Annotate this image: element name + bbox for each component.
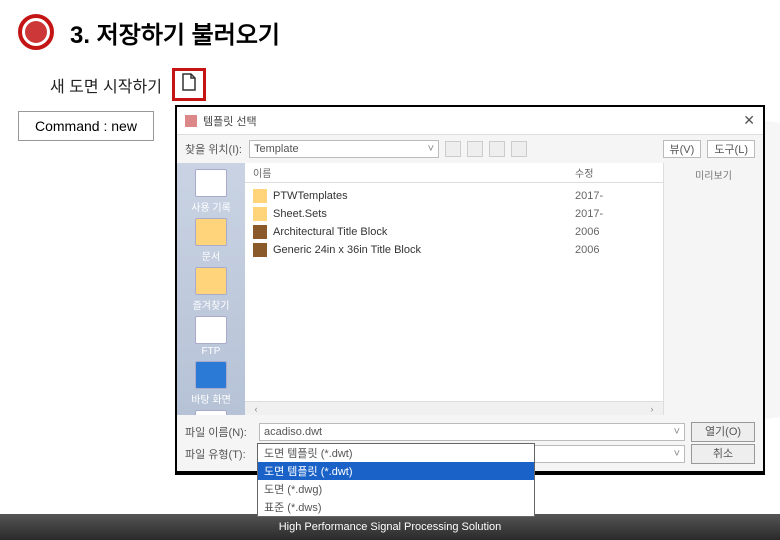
sidebar-item-history[interactable]: 사용 기록 (181, 169, 241, 214)
footer-text: High Performance Signal Processing Solut… (279, 521, 502, 533)
lookin-combo[interactable]: Template (249, 140, 439, 158)
dialog-app-icon (185, 115, 197, 127)
col-modified[interactable]: 수정 (575, 165, 655, 180)
new-file-icon-box (172, 68, 206, 101)
list-item[interactable]: Generic 24in x 36in Title Block2006 (253, 241, 655, 259)
page-title: 3. 저장하기 불러오기 (70, 15, 280, 50)
view-menu-button[interactable]: 뷰(V) (663, 140, 702, 158)
preview-pane: 미리보기 (663, 163, 763, 415)
sidebar-item-ftp[interactable]: FTP (181, 316, 241, 357)
open-button[interactable]: 열기(O) (691, 422, 755, 442)
lookin-label: 찾을 위치(I): (185, 141, 243, 157)
delete-icon[interactable] (511, 141, 527, 157)
up-icon[interactable] (467, 141, 483, 157)
col-name[interactable]: 이름 (253, 165, 575, 180)
sidebar-item-desktop[interactable]: 바탕 화면 (181, 361, 241, 406)
file-dialog-window: 템플릿 선택 ✕ 찾을 위치(I): Template 뷰(V) 도구(L) 사… (175, 105, 765, 475)
sidebar-item-documents[interactable]: 문서 (181, 218, 241, 263)
filetype-option[interactable]: 도면 템플릿 (*.dwt) (258, 462, 534, 480)
list-item[interactable]: Architectural Title Block2006 (253, 223, 655, 241)
subhead-text: 새 도면 시작하기 (50, 73, 162, 97)
file-list: PTWTemplates2017- Sheet.Sets2017- Archit… (245, 183, 663, 401)
brand-logo-icon (18, 14, 54, 50)
filetype-option[interactable]: 도면 (*.dwg) (258, 480, 534, 498)
places-sidebar: 사용 기록 문서 즐겨찾기 FTP 바탕 화면 Buzzsaw (177, 163, 245, 415)
filetype-option[interactable]: 도면 템플릿 (*.dwt) (258, 444, 534, 462)
cancel-button[interactable]: 취소 (691, 444, 755, 464)
file-list-header: 이름 수정 (245, 163, 663, 183)
close-icon[interactable]: ✕ (743, 112, 755, 129)
back-icon[interactable] (445, 141, 461, 157)
search-icon[interactable] (489, 141, 505, 157)
horizontal-scrollbar[interactable]: ‹› (245, 401, 663, 415)
list-item[interactable]: PTWTemplates2017- (253, 187, 655, 205)
command-box: Command : new (18, 111, 154, 141)
footer-bar: High Performance Signal Processing Solut… (0, 514, 780, 540)
filename-input[interactable]: acadiso.dwt (259, 423, 685, 441)
list-item[interactable]: Sheet.Sets2017- (253, 205, 655, 223)
filetype-option[interactable]: 표준 (*.dws) (258, 498, 534, 516)
dialog-titlebar: 템플릿 선택 ✕ (177, 107, 763, 135)
dialog-title: 템플릿 선택 (203, 113, 743, 129)
tool-menu-button[interactable]: 도구(L) (707, 140, 755, 158)
filename-label: 파일 이름(N): (185, 424, 253, 440)
sidebar-item-favorites[interactable]: 즐겨찾기 (181, 267, 241, 312)
filetype-dropdown: 도면 템플릿 (*.dwt) 도면 템플릿 (*.dwt) 도면 (*.dwg)… (257, 443, 535, 517)
new-file-icon (181, 73, 197, 91)
filetype-label: 파일 유형(T): (185, 446, 253, 462)
